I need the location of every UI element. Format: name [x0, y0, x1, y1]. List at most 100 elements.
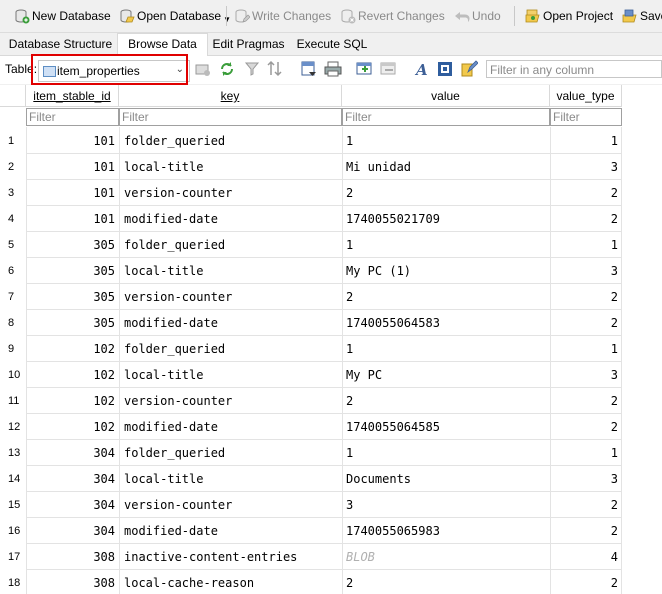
- cell-key[interactable]: modified-date: [124, 524, 339, 538]
- row-number[interactable]: 14: [8, 473, 26, 485]
- row-number[interactable]: 1: [8, 135, 26, 147]
- sort-icon[interactable]: [266, 60, 284, 78]
- column-header-value-type[interactable]: value_type: [550, 85, 622, 107]
- row-number[interactable]: 9: [8, 343, 26, 355]
- cell-value[interactable]: 2: [346, 290, 546, 304]
- cell-value[interactable]: 1740055064585: [346, 420, 546, 434]
- edit-pragma-icon[interactable]: [460, 60, 479, 78]
- cell-item-stable-id[interactable]: 102: [26, 394, 115, 408]
- cell-key[interactable]: inactive-content-entries: [124, 550, 339, 564]
- cell-item-stable-id[interactable]: 101: [26, 134, 115, 148]
- font-icon[interactable]: A: [412, 60, 430, 79]
- cell-value-type[interactable]: 1: [550, 134, 618, 148]
- write-changes-button[interactable]: Write Changes: [234, 5, 331, 27]
- cell-key[interactable]: version-counter: [124, 290, 339, 304]
- cell-item-stable-id[interactable]: 304: [26, 524, 115, 538]
- table-select[interactable]: item_properties ⌄: [38, 60, 190, 82]
- column-header-key[interactable]: key: [119, 85, 342, 107]
- refresh-table-icon[interactable]: [194, 60, 212, 78]
- column-header-value[interactable]: value: [342, 85, 550, 107]
- open-project-button[interactable]: Open Project: [525, 5, 613, 27]
- cell-key[interactable]: folder_queried: [124, 446, 339, 460]
- row-number[interactable]: 16: [8, 525, 26, 537]
- cell-value[interactable]: 1: [346, 134, 546, 148]
- set-encoding-icon[interactable]: [436, 60, 454, 78]
- print-icon[interactable]: [324, 60, 342, 78]
- cell-value-type[interactable]: 2: [550, 394, 618, 408]
- filter-value[interactable]: Filter: [342, 108, 550, 126]
- cell-value[interactable]: 1: [346, 238, 546, 252]
- row-number[interactable]: 2: [8, 161, 26, 173]
- cell-key[interactable]: version-counter: [124, 394, 339, 408]
- cell-value-type[interactable]: 3: [550, 472, 618, 486]
- cell-value-type[interactable]: 2: [550, 420, 618, 434]
- delete-record-icon[interactable]: [380, 60, 398, 78]
- cell-value[interactable]: My PC: [346, 368, 546, 382]
- cell-item-stable-id[interactable]: 102: [26, 368, 115, 382]
- cell-key[interactable]: folder_queried: [124, 238, 339, 252]
- cell-value[interactable]: 3: [346, 498, 546, 512]
- cell-value-type[interactable]: 1: [550, 342, 618, 356]
- cell-key[interactable]: version-counter: [124, 498, 339, 512]
- cell-value-type[interactable]: 3: [550, 160, 618, 174]
- cell-value[interactable]: Documents: [346, 472, 546, 486]
- cell-value[interactable]: 1740055065983: [346, 524, 546, 538]
- row-number[interactable]: 18: [8, 577, 26, 589]
- cell-key[interactable]: modified-date: [124, 316, 339, 330]
- cell-value-type[interactable]: 1: [550, 446, 618, 460]
- column-header-item-stable-id[interactable]: item_stable_id: [26, 85, 119, 107]
- row-number[interactable]: 17: [8, 551, 26, 563]
- cell-value[interactable]: My PC (1): [346, 264, 546, 278]
- tab-edit-pragmas[interactable]: Edit Pragmas: [207, 35, 290, 54]
- refresh-icon[interactable]: [218, 60, 236, 78]
- chevron-down-icon[interactable]: ▼: [223, 15, 231, 24]
- clear-filters-icon[interactable]: [244, 60, 262, 78]
- revert-changes-button[interactable]: Revert Changes: [340, 5, 445, 27]
- cell-item-stable-id[interactable]: 102: [26, 342, 115, 356]
- cell-value[interactable]: 1740055021709: [346, 212, 546, 226]
- cell-value[interactable]: 2: [346, 186, 546, 200]
- cell-item-stable-id[interactable]: 305: [26, 316, 115, 330]
- cell-key[interactable]: version-counter: [124, 186, 339, 200]
- new-database-button[interactable]: New Database: [14, 5, 111, 27]
- tab-execute-sql[interactable]: Execute SQL: [292, 35, 372, 54]
- row-number[interactable]: 11: [8, 395, 26, 407]
- open-database-button[interactable]: Open Database ▼: [119, 5, 231, 27]
- row-number[interactable]: 10: [8, 369, 26, 381]
- cell-value-type[interactable]: 2: [550, 498, 618, 512]
- cell-value-type[interactable]: 2: [550, 316, 618, 330]
- cell-item-stable-id[interactable]: 102: [26, 420, 115, 434]
- filter-key[interactable]: Filter: [119, 108, 342, 126]
- cell-value-type[interactable]: 2: [550, 524, 618, 538]
- insert-record-icon[interactable]: [356, 60, 374, 78]
- cell-value[interactable]: 2: [346, 394, 546, 408]
- row-number[interactable]: 5: [8, 239, 26, 251]
- cell-key[interactable]: modified-date: [124, 420, 339, 434]
- undo-button[interactable]: Undo: [454, 5, 501, 27]
- row-number[interactable]: 3: [8, 187, 26, 199]
- row-number[interactable]: 13: [8, 447, 26, 459]
- cell-key[interactable]: local-title: [124, 264, 339, 278]
- cell-key[interactable]: folder_queried: [124, 342, 339, 356]
- cell-key[interactable]: local-title: [124, 160, 339, 174]
- cell-item-stable-id[interactable]: 101: [26, 186, 115, 200]
- cell-value[interactable]: 1: [346, 342, 546, 356]
- cell-item-stable-id[interactable]: 305: [26, 238, 115, 252]
- cell-item-stable-id[interactable]: 304: [26, 446, 115, 460]
- filter-item-stable-id[interactable]: Filter: [26, 108, 119, 126]
- cell-value-type[interactable]: 3: [550, 264, 618, 278]
- row-number[interactable]: 15: [8, 499, 26, 511]
- cell-value[interactable]: Mi unidad: [346, 160, 546, 174]
- cell-value[interactable]: 1740055064583: [346, 316, 546, 330]
- cell-value[interactable]: 1: [346, 446, 546, 460]
- save-project-button[interactable]: Save: [622, 5, 662, 27]
- row-number[interactable]: 12: [8, 421, 26, 433]
- tab-browse-data[interactable]: Browse Data: [117, 33, 208, 56]
- cell-value[interactable]: BLOB: [346, 550, 546, 564]
- filter-any-column-input[interactable]: Filter in any column: [486, 60, 662, 78]
- cell-value-type[interactable]: 2: [550, 290, 618, 304]
- cell-item-stable-id[interactable]: 304: [26, 498, 115, 512]
- cell-value-type[interactable]: 3: [550, 368, 618, 382]
- cell-value-type[interactable]: 4: [550, 550, 618, 564]
- cell-item-stable-id[interactable]: 101: [26, 212, 115, 226]
